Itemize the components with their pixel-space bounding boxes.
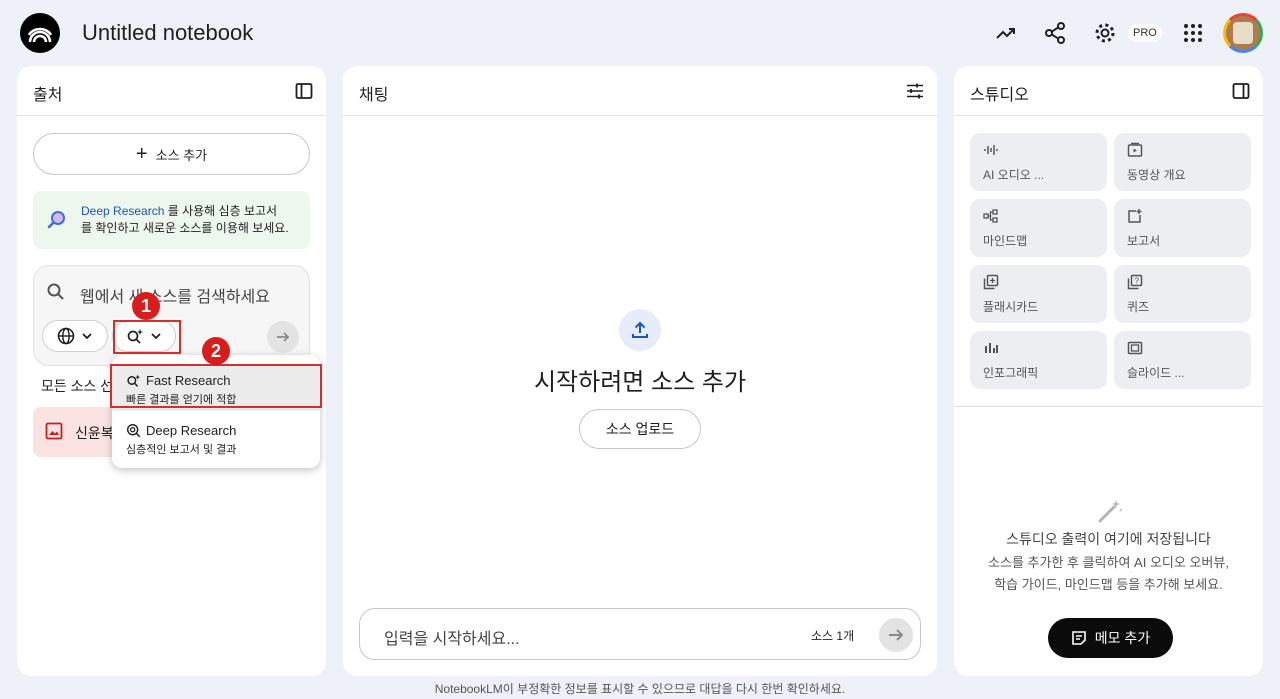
chat-empty-heading: 시작하려면 소스 추가 <box>533 369 747 396</box>
studio-tile-label: AI 오디오 ... <box>983 168 1045 182</box>
source-count: 소스 1개 <box>811 629 855 643</box>
studio-tile-infographic[interactable]: 인포그래픽 <box>970 331 1107 389</box>
chat-settings-icon[interactable] <box>903 79 927 103</box>
studio-empty-desc-line2: 학습 가이드, 마인드맵 등을 추가해 보세요. <box>994 577 1223 592</box>
add-source-label: 소스 추가 <box>155 147 208 163</box>
studio-tile-label: 인포그래픽 <box>983 366 1039 380</box>
mindmap-icon <box>983 209 998 223</box>
chat-input-placeholder: 입력을 시작하세요... <box>384 631 520 648</box>
add-memo-button[interactable]: 메모 추가 <box>1048 618 1173 658</box>
arrow-right-icon <box>277 332 290 342</box>
flashcard-icon <box>983 274 999 290</box>
add-memo-label: 메모 추가 <box>1094 630 1151 646</box>
upload-source-button[interactable]: 소스 업로드 <box>579 409 701 449</box>
collapse-panel-icon[interactable] <box>1229 79 1253 103</box>
annotation-box-fast-research <box>110 364 322 408</box>
studio-tile-label: 보고서 <box>1127 234 1161 248</box>
globe-icon <box>57 327 75 345</box>
audio-icon <box>984 145 998 155</box>
studio-empty-description: 소스를 추가한 후 클릭하여 AI 오디오 오버뷰, 학습 가이드, 마인드맵 … <box>968 552 1249 596</box>
slides-icon <box>1127 341 1143 355</box>
banner-text-2: 를 확인하고 새로운 소스를 이용해 보세요. <box>81 221 289 235</box>
notebooklm-logo-icon[interactable] <box>20 13 60 53</box>
chat-send-button[interactable] <box>879 618 913 652</box>
studio-tile-label: 마인드맵 <box>983 234 1028 248</box>
settings-icon[interactable] <box>1091 19 1119 47</box>
magic-wand-icon <box>1098 500 1123 523</box>
studio-panel: 스튜디오 AI 오디오 ... 동영상 개요 마인드맵 보고서 플래시카드 ? … <box>954 66 1263 676</box>
annotation-box-research-toggle <box>113 320 181 354</box>
chevron-down-icon <box>82 333 92 340</box>
annotation-marker-1: 1 <box>132 292 160 320</box>
studio-tile-flashcard[interactable]: 플래시카드 <box>970 265 1107 323</box>
chat-panel: 채팅 시작하려면 소스 추가 소스 업로드 입력을 시작하세요... 소스 1개 <box>343 66 937 676</box>
studio-tile-label: 동영상 개요 <box>1127 168 1186 182</box>
top-bar: Untitled notebook PRO <box>0 0 1280 66</box>
share-icon[interactable] <box>1041 19 1069 47</box>
studio-title: 스튜디오 <box>970 87 1029 104</box>
studio-divider <box>954 406 1263 407</box>
add-source-button[interactable]: + 소스 추가 <box>33 133 310 175</box>
studio-header: 스튜디오 <box>954 66 1263 116</box>
select-all-sources-label[interactable]: 모든 소스 선택 <box>41 376 115 396</box>
arrow-right-icon <box>889 629 904 641</box>
analytics-icon[interactable] <box>992 19 1020 47</box>
report-icon <box>1128 209 1142 223</box>
image-icon <box>45 422 63 440</box>
pro-badge: PRO <box>1128 24 1162 42</box>
chat-input[interactable]: 입력을 시작하세요... 소스 1개 <box>359 608 921 660</box>
search-icon <box>47 283 64 300</box>
source-item-label: 신윤복 <box>75 425 114 441</box>
studio-tile-report[interactable]: 보고서 <box>1114 199 1251 257</box>
svg-text:?: ? <box>1135 277 1140 286</box>
studio-tile-audio[interactable]: AI 오디오 ... <box>970 133 1107 191</box>
studio-tile-mindmap[interactable]: 마인드맵 <box>970 199 1107 257</box>
search-input[interactable]: 웹에서 새 소스를 검색하세요 <box>80 283 270 307</box>
plus-icon: + <box>135 143 148 165</box>
deep-research-subtitle: 심층적인 보고서 및 결과 <box>126 444 237 456</box>
infographic-icon <box>985 343 998 353</box>
upload-icon <box>619 309 661 351</box>
studio-empty-desc-line1: 소스를 추가한 후 클릭하여 AI 오디오 오버뷰, <box>988 555 1229 570</box>
web-source-dropdown[interactable] <box>42 320 108 352</box>
deep-research-link[interactable]: Deep Research <box>81 204 164 218</box>
studio-tile-slides[interactable]: 슬라이드 ... <box>1114 331 1251 389</box>
search-submit-button[interactable] <box>267 321 299 353</box>
quiz-icon: ? <box>1127 274 1143 290</box>
sources-title: 출처 <box>33 87 63 104</box>
user-avatar[interactable] <box>1223 13 1263 53</box>
studio-tile-label: 슬라이드 ... <box>1127 366 1185 380</box>
studio-tile-label: 플래시카드 <box>983 300 1039 314</box>
notebook-title[interactable]: Untitled notebook <box>82 20 253 46</box>
studio-tile-label: 퀴즈 <box>1127 300 1150 314</box>
deep-research-title: Deep Research <box>146 423 237 438</box>
studio-empty-title: 스튜디오 출력이 여기에 저장됩니다 <box>1006 531 1211 547</box>
apps-grid-icon[interactable] <box>1179 19 1207 47</box>
chat-title: 채팅 <box>359 87 389 104</box>
deep-research-banner: Deep Research 를 사용해 심층 보고서 를 확인하고 새로운 소스… <box>33 191 310 249</box>
studio-tile-quiz[interactable]: ? 퀴즈 <box>1114 265 1251 323</box>
deep-research-icon <box>126 423 141 438</box>
note-icon <box>1071 631 1086 645</box>
banner-text-1: 를 사용해 심층 보고서 <box>164 204 278 218</box>
annotation-marker-2: 2 <box>202 337 230 365</box>
sources-header: 출처 <box>17 66 326 116</box>
deep-research-magnifier-icon <box>47 211 65 229</box>
deep-research-option[interactable]: Deep Research 심층적인 보고서 및 결과 <box>112 415 320 461</box>
footer-disclaimer: NotebookLM이 부정확한 정보를 표시할 수 있으므로 대답을 다시 한… <box>434 682 846 696</box>
chat-header: 채팅 <box>343 66 937 116</box>
collapse-panel-icon[interactable] <box>292 79 316 103</box>
studio-tile-video[interactable]: 동영상 개요 <box>1114 133 1251 191</box>
video-icon <box>1127 142 1143 157</box>
